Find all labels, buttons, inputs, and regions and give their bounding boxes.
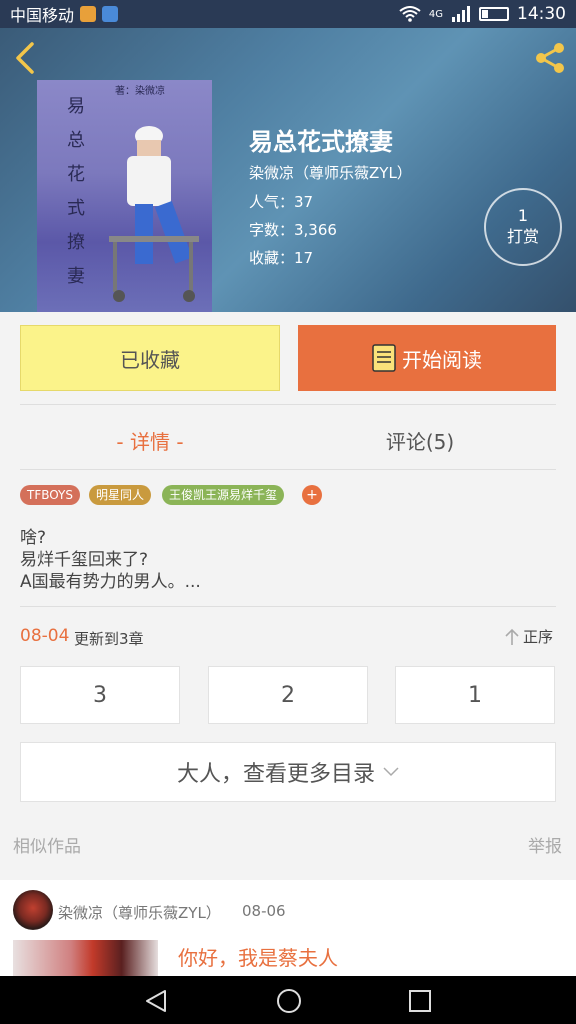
card-author: 染微凉（尊师乐薇ZYL）: [58, 904, 221, 922]
collect-button[interactable]: 已收藏: [20, 325, 280, 391]
app-notification-icon: [80, 6, 97, 22]
similar-work-card[interactable]: 染微凉（尊师乐薇ZYL） 08-06 你好，我是蔡夫人: [0, 880, 576, 976]
book-cover[interactable]: 易总花式撩妻 著：染微凉: [37, 80, 212, 312]
description-line: 易烊千玺回来了?: [20, 550, 149, 570]
tab-comments[interactable]: 评论(5): [340, 426, 500, 455]
cover-author: 著：染微凉: [115, 86, 165, 97]
chevron-left-icon[interactable]: [10, 40, 40, 76]
description-line: A国最有势力的男人。...: [20, 572, 201, 592]
reward-count: 1: [517, 206, 529, 225]
system-nav-bar: [0, 976, 576, 1024]
nav-home-icon[interactable]: [275, 987, 303, 1015]
tag-members[interactable]: 王俊凯王源易烊千玺: [162, 485, 285, 505]
cover-title: 易总花式撩妻: [67, 96, 85, 287]
book-description[interactable]: 啥? 易烊千玺回来了? A国最有势力的男人。...: [20, 527, 201, 593]
book-header: 易总花式撩妻 著：染微凉 易总花式撩妻 染微凉（尊师乐薇ZYL） 人气：37 字…: [0, 28, 576, 312]
card-date: 08-06: [242, 902, 286, 920]
more-catalog-label: 大人，查看更多目录: [176, 762, 375, 787]
message-notification-icon: [102, 6, 119, 22]
network-label: 4G: [428, 8, 443, 20]
share-icon[interactable]: [532, 40, 568, 76]
divider: [20, 404, 556, 405]
update-date: 08-04: [20, 626, 70, 646]
popularity-stat: 人气：37: [249, 193, 314, 211]
chevron-down-icon: [383, 767, 399, 777]
chapter-button[interactable]: 1: [395, 666, 555, 724]
status-bar: 中国移动 4G 14:30: [0, 0, 576, 28]
word-count-stat: 字数：3,366: [249, 221, 337, 239]
reward-label: 打赏: [506, 227, 539, 246]
book-detail-content: 已收藏 开始阅读 - 详情 - 评论(5) TFBOYS 明星同人 王俊凯王源易…: [0, 312, 576, 880]
tab-details[interactable]: - 详情 -: [70, 426, 230, 455]
description-line: 啥?: [20, 528, 47, 548]
start-reading-label: 开始阅读: [402, 347, 482, 372]
sort-order-toggle[interactable]: 正序: [504, 626, 553, 647]
card-title[interactable]: 你好，我是蔡夫人: [178, 942, 338, 971]
card-cover-image[interactable]: [13, 940, 158, 976]
start-reading-button[interactable]: 开始阅读: [298, 325, 556, 391]
book-icon: [372, 344, 396, 372]
clock: 14:30: [517, 4, 566, 24]
chapter-button[interactable]: 3: [20, 666, 180, 724]
wifi-icon: [399, 6, 421, 22]
update-text: 更新到3章: [74, 630, 144, 648]
tag-tfboys[interactable]: TFBOYS: [20, 485, 80, 505]
battery-icon: [479, 7, 509, 21]
avatar[interactable]: [13, 890, 53, 930]
signal-icon: [452, 6, 470, 22]
book-title: 易总花式撩妻: [249, 128, 393, 156]
divider: [20, 606, 556, 607]
similar-works-label: 相似作品: [13, 837, 81, 857]
nav-recent-apps-icon[interactable]: [408, 989, 432, 1013]
report-link[interactable]: 举报: [528, 832, 562, 857]
carrier-label: 中国移动: [10, 6, 75, 25]
tag-celebrity-fanfic[interactable]: 明星同人: [89, 485, 152, 505]
more-catalog-button[interactable]: 大人，查看更多目录: [20, 742, 556, 802]
chapter-button[interactable]: 2: [208, 666, 368, 724]
divider: [20, 469, 556, 470]
cover-figure-image: [109, 126, 199, 302]
arrow-up-icon: [505, 628, 519, 645]
favorites-stat: 收藏：17: [249, 249, 314, 267]
sort-order-label: 正序: [523, 628, 554, 646]
nav-back-icon[interactable]: [143, 988, 169, 1014]
book-author[interactable]: 染微凉（尊师乐薇ZYL）: [249, 162, 412, 183]
add-tag-button[interactable]: +: [302, 485, 322, 505]
reward-button[interactable]: 1 打赏: [484, 188, 562, 266]
